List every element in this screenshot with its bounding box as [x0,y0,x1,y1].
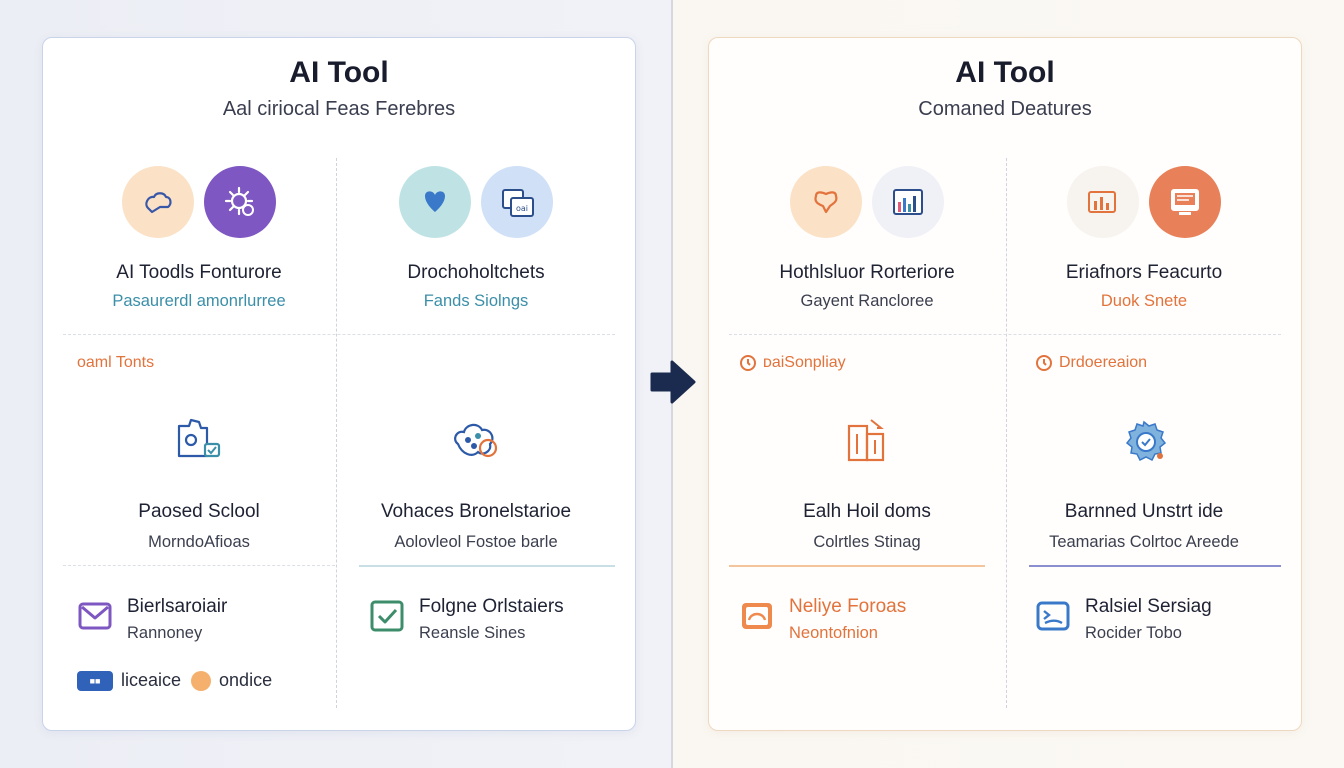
feature-cell[interactable]: Paosed Sclool MorndoAfioas [63,410,335,552]
feature-cell[interactable]: AI Toodls Fonturore Pasaurerdl amonrlurr… [63,166,335,311]
screen-orange-icon [742,603,772,629]
row-divider [63,334,615,335]
accent-line-blue [1029,565,1281,567]
folder-icon: oai [481,166,553,238]
feature-name: Eriafnors Feacurto [1065,262,1223,283]
feature-name: Ealh Hoil doms [803,501,931,522]
chart-window-icon [1067,166,1139,238]
feature-desc: Pasaurerdl amonrlurree [112,292,286,310]
feature-cell[interactable]: Hothlsluor Rorteriore Gayent Rancloree [729,166,1005,311]
feature-desc: Teamarias Colrtoc Areede [1049,533,1239,551]
row-divider [63,565,335,566]
feature-desc: Rocider Tobo [1085,624,1182,642]
left-panel: AI Tool Aal ciriocal Feas Ferebres AI To… [42,37,636,731]
gear-badge-icon [1125,420,1167,462]
feature-item[interactable]: Ralsiel Sersiag Rocider Tobo [1035,596,1212,643]
building-chart-icon [847,419,885,462]
right-title: AI Tool [955,56,1055,89]
feature-desc: Reansle Sines [419,624,526,642]
feature-cell[interactable]: Vohaces Bronelstarioe Aolovleol Fostoe b… [337,410,615,552]
feature-name: Ralsiel Sersiag [1085,596,1212,617]
feature-item[interactable]: Bierlsaroiair Rannoney [77,596,227,643]
brain-network-icon [454,423,498,458]
legend-label: ondice [219,670,273,690]
legend-swatch-orange [191,670,212,691]
feature-cell[interactable]: Eriafnors Feacurto Duok Snete [1007,166,1281,311]
section-tag: ᴅaiSonpliay [739,354,846,372]
chat-bubble-icon [122,166,194,238]
mail-icon [78,602,112,630]
tag-label: ᴅaiSonpliay [763,354,846,371]
feature-desc: MorndoAfioas [148,533,250,551]
clock-icon [1036,355,1052,371]
feature-item[interactable]: Folgne Orlstaiers Reansle Sines [369,596,564,643]
settings-window-icon [177,418,221,458]
row-divider [729,334,1281,335]
feature-desc: Neontofnion [789,624,878,642]
right-subtitle: Comaned Deatures [918,98,1092,120]
feature-name: Bierlsaroiair [127,596,228,617]
feature-name: Drochoholtchets [407,262,545,283]
feature-cell[interactable]: oai Drochoholtchets Fands Siolngs [337,166,615,311]
screen-blue-icon [1036,601,1070,631]
feature-cell[interactable]: Barnned Unstrt ide Teamarias Colrtoc Are… [1007,410,1281,552]
check-icon [370,600,404,632]
chat-bubble-icon [790,166,862,238]
right-panel: AI Tool Comaned Deatures Hothlsluor Rort… [708,37,1302,731]
feature-name: Folgne Orlstaiers [419,596,564,617]
feature-desc: Gayent Rancloree [800,292,934,310]
svg-text:oai: oai [516,204,528,213]
feature-name: AI Toodls Fonturore [116,262,282,283]
feature-desc: Fands Siolngs [423,292,529,310]
clock-icon [740,355,756,371]
feature-name: Paosed Sclool [138,501,260,522]
arrow-right-icon [650,360,696,404]
feature-name: Hothlsluor Rorteriore [779,262,955,283]
left-subtitle: Aal ciriocal Feas Ferebres [222,98,456,120]
monitor-icon [1149,166,1221,238]
accent-line-orange [729,565,985,567]
feature-desc: Colrtles Stinag [813,533,921,551]
section-tag: Drdoereaion [1035,354,1147,372]
legend: ■■ liceaice ondice [77,670,272,691]
tag-label: oaml Tonts [77,354,155,371]
feature-name: Barnned Unstrt ide [1064,501,1224,522]
gear-icon [204,166,276,238]
feature-desc: Rannoney [127,624,203,642]
legend-swatch-blue: ■■ [77,670,113,691]
feature-item[interactable]: Neliye Foroas Neontofnion [739,596,906,643]
feature-desc: Duok Snete [1100,292,1188,310]
legend-label: liceaice [121,670,182,690]
tag-icon [399,166,471,238]
feature-desc: Aolovleol Fostoe barle [394,533,558,551]
section-tag: oaml Tonts [77,354,154,372]
tag-label: Drdoereaion [1059,354,1148,371]
feature-name: Vohaces Bronelstarioe [380,501,572,522]
feature-cell[interactable]: Ealh Hoil doms Colrtles Stinag [729,410,1005,552]
bar-chart-icon [872,166,944,238]
accent-line [359,565,615,567]
left-title: AI Tool [289,56,389,89]
feature-name: Neliye Foroas [789,596,907,617]
